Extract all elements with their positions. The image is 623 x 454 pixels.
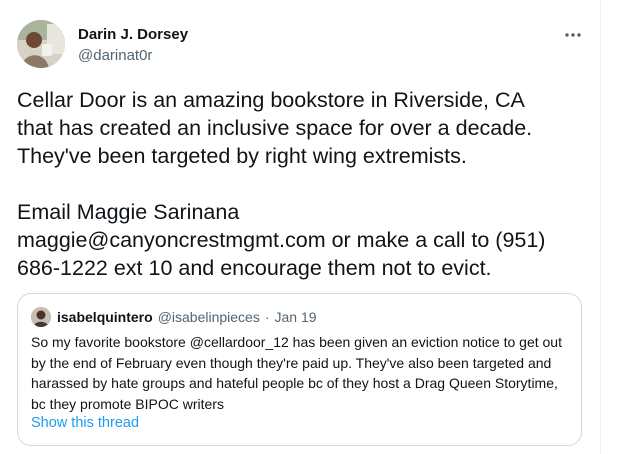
author-handle[interactable]: @darinat0r (78, 47, 188, 65)
tweet-header: Darin J. Dorsey @darinat0r (17, 20, 590, 70)
show-thread-link[interactable]: Show this thread (31, 415, 139, 431)
more-options-button[interactable] (556, 22, 590, 48)
tweet-body-text: Cellar Door is an amazing bookstore in R… (17, 88, 546, 280)
quoted-separator: · (264, 309, 270, 325)
avatar[interactable] (17, 20, 65, 68)
avatar-photo-icon (17, 20, 65, 68)
author-names: Darin J. Dorsey @darinat0r (78, 26, 188, 65)
quoted-date: Jan 19 (274, 309, 317, 325)
quoted-tweet-header: isabelquintero @isabelinpieces · Jan 19 (31, 306, 317, 328)
quoted-avatar-photo-icon (31, 307, 51, 327)
tweet-page: Darin J. Dorsey @darinat0r Cellar Door i… (0, 0, 623, 454)
author-display-name[interactable]: Darin J. Dorsey (78, 26, 188, 44)
quoted-tweet-card[interactable]: isabelquintero @isabelinpieces · Jan 19 … (17, 293, 582, 446)
more-horizontal-icon (565, 33, 581, 37)
quoted-author-handle: @isabelinpieces (157, 309, 260, 325)
quoted-author-avatar (31, 307, 51, 327)
quoted-author-display-name: isabelquintero (57, 309, 153, 325)
quoted-tweet-text: So my favorite bookstore @cellardoor_12 … (31, 334, 562, 412)
column-divider (600, 0, 601, 454)
